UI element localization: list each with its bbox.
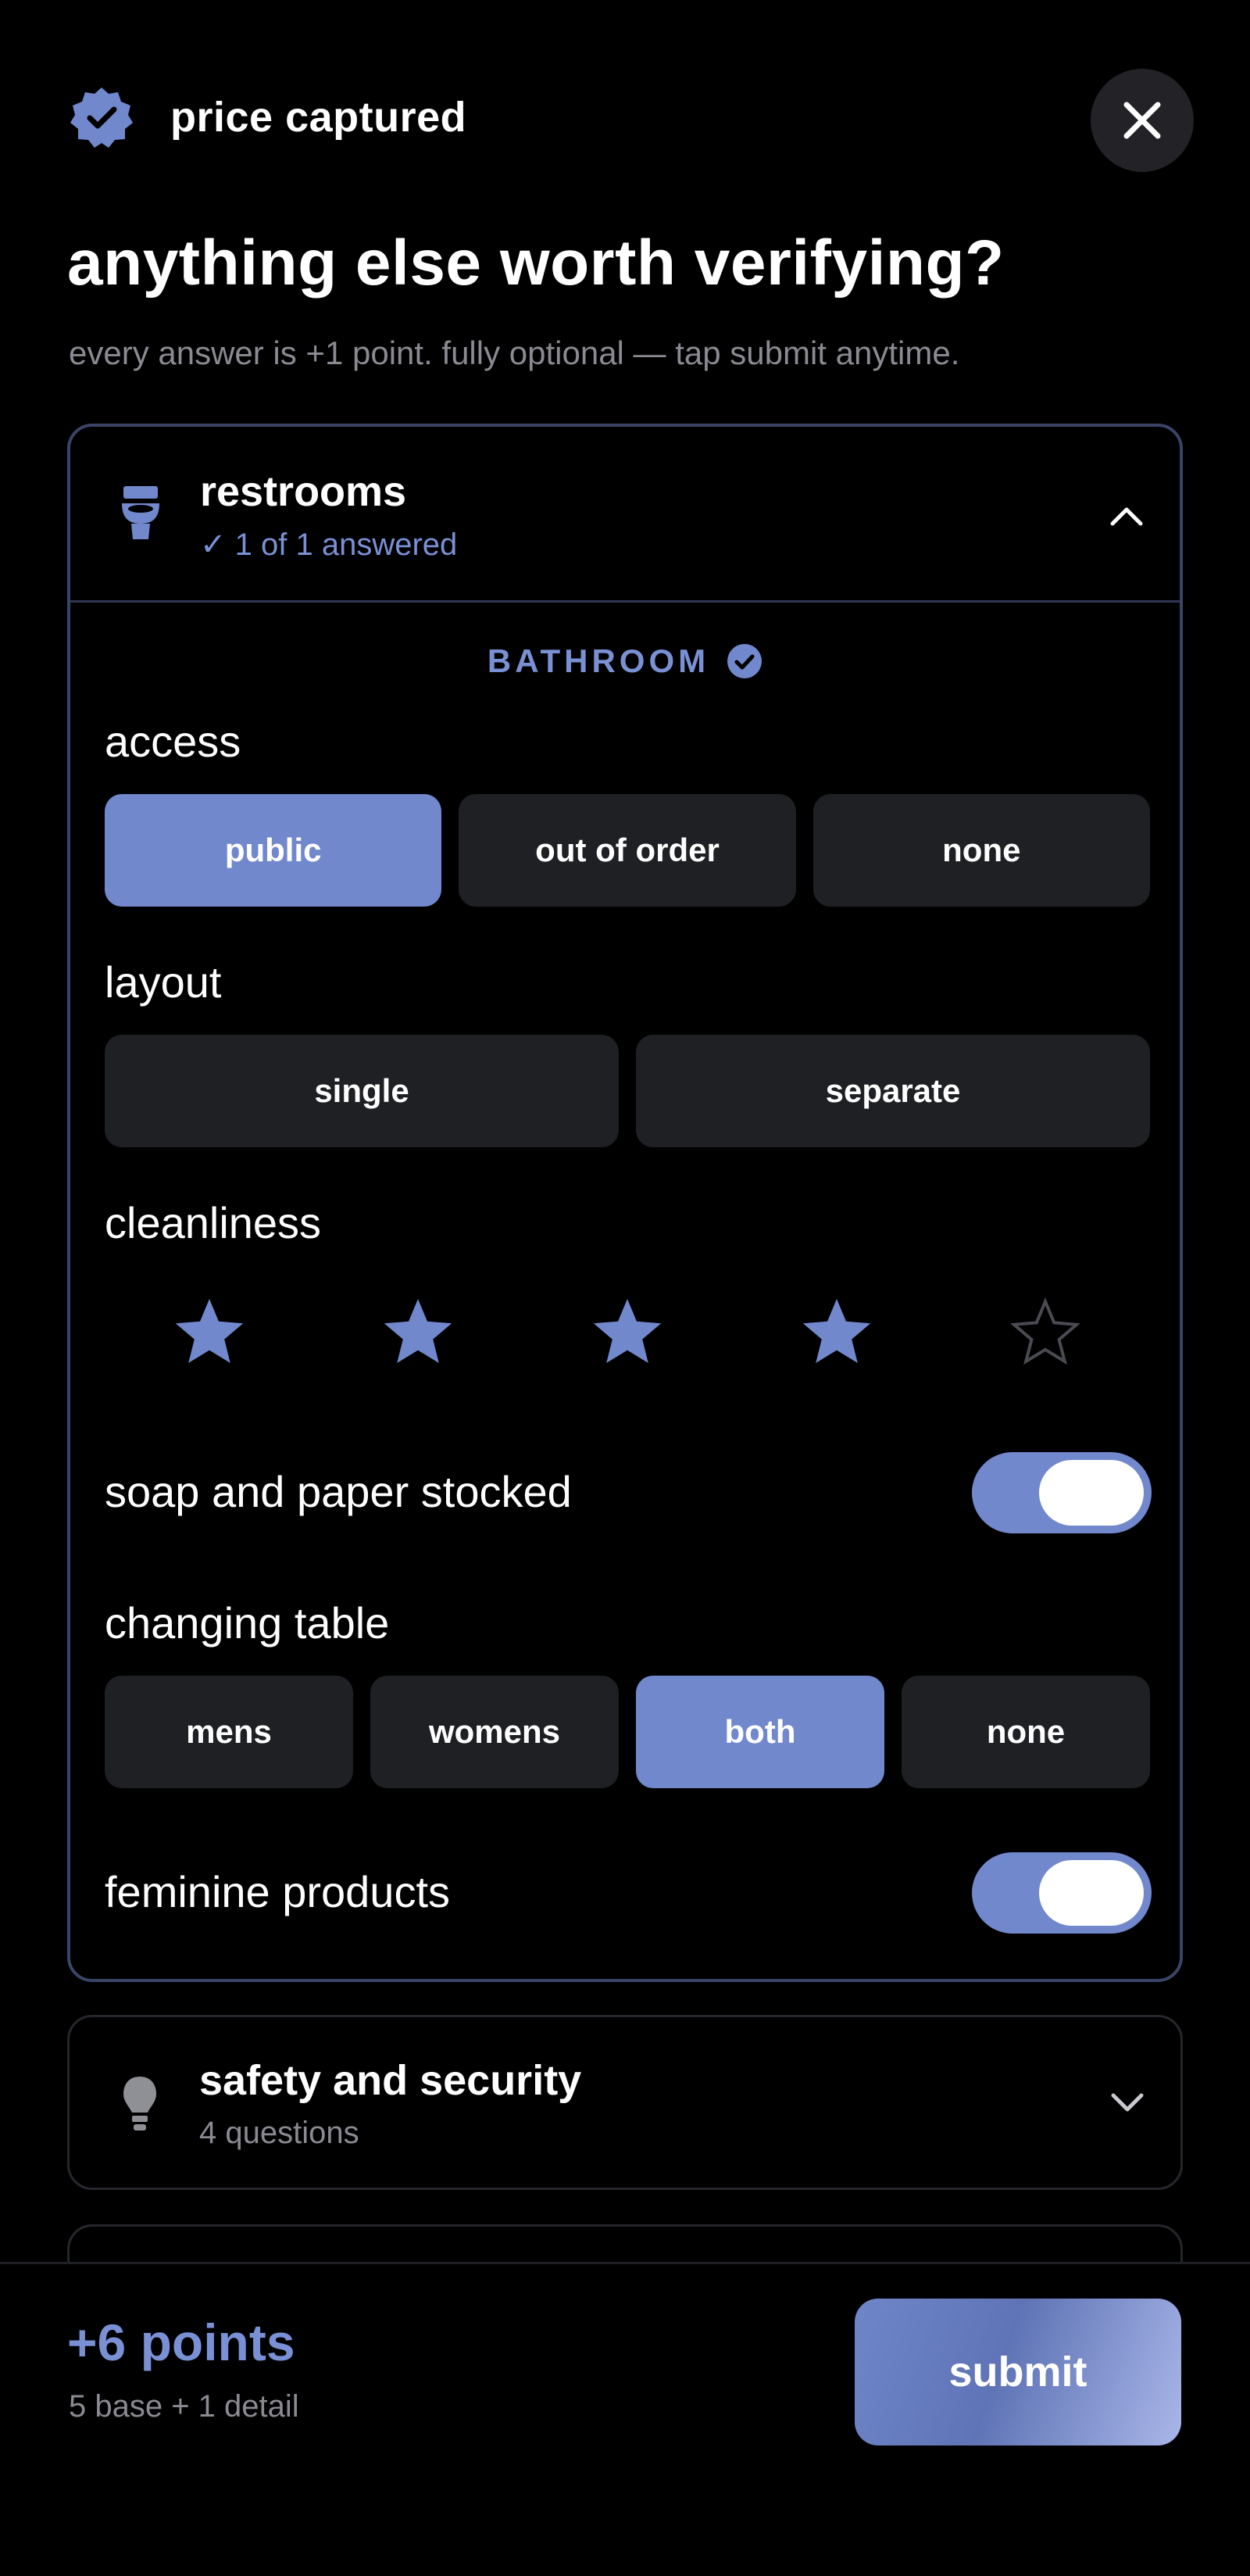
star-icon-empty[interactable]: [1006, 1293, 1084, 1371]
toggle-feminine-products[interactable]: [972, 1852, 1152, 1934]
check-circle-icon: [727, 644, 762, 678]
option-none[interactable]: none: [812, 794, 1150, 907]
verified-badge-icon: [69, 84, 134, 150]
chevron-down-icon[interactable]: [1107, 2083, 1148, 2123]
section-title: restrooms: [200, 468, 407, 515]
toggle-soap[interactable]: [972, 1452, 1152, 1533]
options-changing-table: mens womens both none: [105, 1676, 1150, 1788]
header-title: price captured: [170, 94, 467, 141]
option-separate[interactable]: separate: [636, 1035, 1150, 1147]
points-total: +6 points: [67, 2313, 295, 2371]
options-access: public out of order none: [105, 794, 1150, 907]
section-header-safety[interactable]: safety and security 4 questions: [70, 2017, 1180, 2192]
question-label-soap: soap and paper stocked: [105, 1467, 572, 1516]
option-both[interactable]: both: [636, 1676, 884, 1788]
lightbulb-icon: [115, 2072, 165, 2138]
star-rating: [105, 1293, 1150, 1371]
divider: [70, 600, 1180, 603]
header: price captured: [69, 84, 466, 150]
section-status: 4 questions: [199, 2116, 359, 2150]
option-mens[interactable]: mens: [105, 1676, 353, 1788]
question-label-feminine: feminine products: [105, 1867, 451, 1916]
group-label-text: BATHROOM: [487, 642, 710, 679]
page-headline: anything else worth verifying?: [67, 227, 1005, 299]
option-out-of-order[interactable]: out of order: [459, 794, 796, 907]
toggle-knob: [1039, 1460, 1144, 1526]
section-title: safety and security: [199, 2057, 582, 2104]
page-subline: every answer is +1 point. fully optional…: [69, 335, 960, 371]
section-card-safety[interactable]: safety and security 4 questions: [67, 2015, 1183, 2190]
section-header-restrooms[interactable]: restrooms ✓ 1 of 1 answered: [70, 427, 1180, 602]
star-icon-filled[interactable]: [379, 1293, 457, 1371]
footer-bar: +6 points 5 base + 1 detail submit: [0, 2264, 1250, 2576]
option-single[interactable]: single: [105, 1035, 619, 1147]
points-breakdown: 5 base + 1 detail: [69, 2389, 299, 2424]
submit-button[interactable]: submit: [855, 2299, 1181, 2445]
option-womens[interactable]: womens: [370, 1676, 619, 1788]
close-icon: [1123, 102, 1161, 139]
question-label-changing-table: changing table: [105, 1598, 390, 1648]
toggle-knob: [1039, 1860, 1144, 1926]
question-label-access: access: [105, 717, 241, 766]
toilet-icon: [116, 481, 166, 547]
close-button[interactable]: [1091, 69, 1194, 172]
section-status: ✓ 1 of 1 answered: [200, 528, 458, 562]
star-icon-filled[interactable]: [798, 1293, 876, 1371]
chevron-up-icon[interactable]: [1106, 496, 1147, 536]
section-card-restrooms: restrooms ✓ 1 of 1 answered BATHROOM acc…: [67, 424, 1183, 1982]
options-layout: single separate: [105, 1035, 1150, 1147]
question-label-layout: layout: [105, 957, 222, 1007]
option-public[interactable]: public: [105, 794, 442, 907]
question-label-cleanliness: cleanliness: [105, 1198, 322, 1247]
star-icon-filled[interactable]: [588, 1293, 666, 1371]
star-icon-filled[interactable]: [170, 1293, 248, 1371]
option-none[interactable]: none: [902, 1676, 1150, 1788]
group-label: BATHROOM: [70, 642, 1180, 680]
